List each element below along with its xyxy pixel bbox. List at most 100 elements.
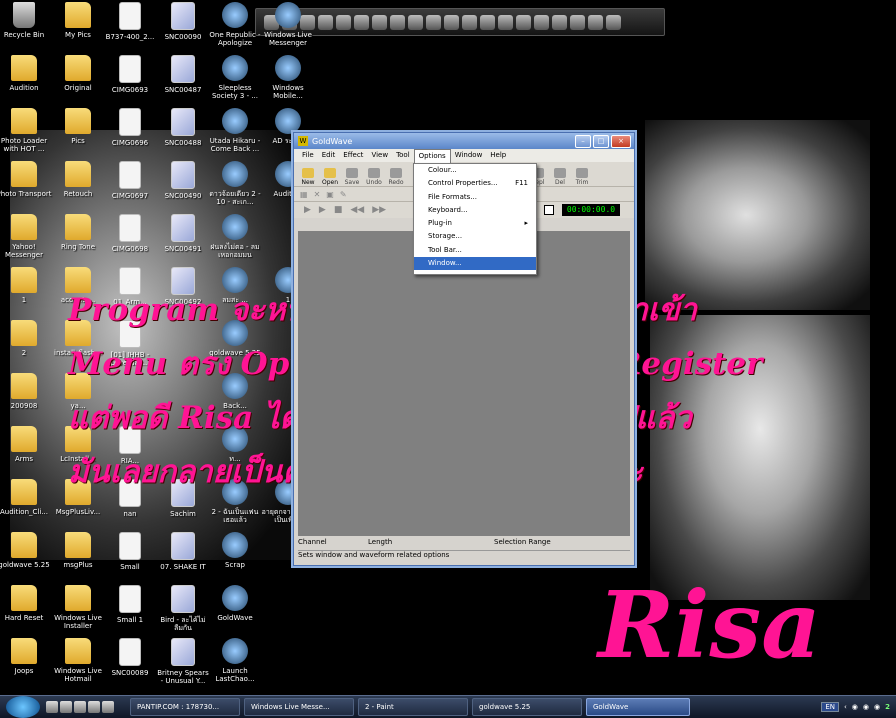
menu-item-storage[interactable]: Storage... bbox=[414, 230, 536, 243]
undo-button[interactable]: Undo bbox=[364, 168, 384, 186]
minimize-button[interactable]: – bbox=[575, 134, 591, 148]
quick-launch-icon[interactable] bbox=[444, 14, 459, 30]
menu-help[interactable]: Help bbox=[486, 149, 510, 162]
desktop-icon[interactable]: 1 bbox=[0, 267, 52, 304]
taskbar-button-paint[interactable]: 2 - Paint bbox=[358, 698, 468, 716]
record-checkbox[interactable] bbox=[544, 205, 554, 215]
desktop-icon[interactable]: Photo Transport bbox=[0, 161, 52, 198]
tray-icon[interactable]: ◉ bbox=[852, 703, 858, 711]
quick-launch-icon[interactable] bbox=[88, 701, 100, 713]
desktop-icon[interactable]: CIMG0698 bbox=[102, 214, 158, 253]
quick-launch-icon[interactable] bbox=[534, 14, 549, 30]
quick-launch-icon[interactable] bbox=[606, 14, 621, 30]
quick-launch-icon[interactable] bbox=[354, 14, 369, 30]
desktop-icon[interactable]: Original bbox=[50, 55, 106, 92]
desktop-icon[interactable]: Small 1 bbox=[102, 585, 158, 624]
desktop-icon[interactable]: Windows Live Installer bbox=[50, 585, 106, 630]
stop-icon[interactable]: ■ bbox=[334, 205, 343, 215]
taskbar-button-goldwave[interactable]: GoldWave bbox=[586, 698, 690, 716]
desktop-icon[interactable]: SNC00089 bbox=[102, 638, 158, 677]
desktop-icon[interactable]: Audition_Cli... bbox=[0, 479, 52, 516]
desktop-icon[interactable]: Arms bbox=[0, 426, 52, 463]
desktop-icon[interactable]: CIMG0696 bbox=[102, 108, 158, 147]
tray-icon[interactable]: ◉ bbox=[874, 703, 880, 711]
desktop-icon[interactable]: Launch LastChao... bbox=[207, 638, 263, 683]
desktop-icon[interactable]: Ring Tone bbox=[50, 214, 106, 251]
desktop-icon[interactable]: Windows Live Hotmail bbox=[50, 638, 106, 683]
quick-launch-icon[interactable] bbox=[498, 14, 513, 30]
menu-edit[interactable]: Edit bbox=[318, 149, 340, 162]
quick-launch-icon[interactable] bbox=[318, 14, 333, 30]
rewind-icon[interactable]: ◀◀ bbox=[350, 205, 364, 215]
desktop-icon[interactable]: Recycle Bin bbox=[0, 2, 52, 39]
menu-view[interactable]: View bbox=[367, 149, 392, 162]
play-selection-icon[interactable]: ▶ bbox=[319, 205, 326, 215]
menu-item-tool-bar[interactable]: Tool Bar... bbox=[414, 244, 536, 257]
start-button[interactable] bbox=[6, 696, 40, 718]
quick-launch-icon[interactable] bbox=[46, 701, 58, 713]
play-icon[interactable]: ▶ bbox=[304, 205, 311, 215]
tool-icon[interactable]: ✕ bbox=[314, 190, 321, 199]
menu-item-plug-in[interactable]: Plug-in ▸ bbox=[414, 217, 536, 230]
desktop-icon[interactable]: One Republic - Apologize bbox=[207, 2, 263, 47]
save-button[interactable]: Save bbox=[342, 168, 362, 186]
forward-icon[interactable]: ▶▶ bbox=[372, 205, 386, 215]
desktop-icon[interactable]: SNC00487 bbox=[155, 55, 211, 94]
trim-button[interactable]: Trim bbox=[572, 168, 592, 186]
desktop-icon[interactable]: ดาวจ้อยเดียว 2 - 10 - สะเก... bbox=[207, 161, 263, 206]
new-button[interactable]: New bbox=[298, 168, 318, 186]
quick-launch-icon[interactable] bbox=[462, 14, 477, 30]
window-titlebar[interactable]: W GoldWave – □ × bbox=[294, 133, 634, 149]
desktop-icon[interactable]: Small bbox=[102, 532, 158, 571]
taskbar-button-messenger[interactable]: Windows Live Messe... bbox=[244, 698, 354, 716]
maximize-button[interactable]: □ bbox=[593, 134, 609, 148]
menu-item-colour[interactable]: Colour... bbox=[414, 164, 536, 177]
close-button[interactable]: × bbox=[611, 134, 631, 148]
desktop-icon[interactable]: CIMG0697 bbox=[102, 161, 158, 200]
quick-launch-icon[interactable] bbox=[408, 14, 423, 30]
desktop-icon[interactable]: Windows Mobile... bbox=[260, 55, 316, 100]
quick-launch-icon[interactable] bbox=[336, 14, 351, 30]
desktop-icon[interactable]: B737-400_2... bbox=[102, 2, 158, 41]
desktop-icon[interactable]: goldwave 5.25 bbox=[0, 532, 52, 569]
tray-expand-icon[interactable]: ‹ bbox=[844, 703, 847, 711]
desktop-icon[interactable]: SNC00491 bbox=[155, 214, 211, 253]
tool-icon[interactable]: ▣ bbox=[326, 190, 334, 199]
desktop-icon[interactable]: SNC00490 bbox=[155, 161, 211, 200]
menu-item-keyboard[interactable]: Keyboard... bbox=[414, 204, 536, 217]
desktop-icon[interactable]: 07. SHAKE IT bbox=[155, 532, 211, 571]
desktop-icon[interactable]: 200908 bbox=[0, 373, 52, 410]
quick-launch-icon[interactable] bbox=[74, 701, 86, 713]
desktop-icon[interactable]: GoldWave bbox=[207, 585, 263, 622]
quick-launch-icon[interactable] bbox=[102, 701, 114, 713]
menu-options[interactable]: Options bbox=[413, 148, 451, 163]
menu-file[interactable]: File bbox=[298, 149, 318, 162]
quick-launch-icon[interactable] bbox=[480, 14, 495, 30]
quick-launch-icon[interactable] bbox=[516, 14, 531, 30]
menu-window[interactable]: Window bbox=[451, 149, 487, 162]
desktop-icon[interactable]: Utada Hikaru - Come Back ... bbox=[207, 108, 263, 153]
desktop-icon[interactable]: msgPlus bbox=[50, 532, 106, 569]
quick-launch-icon[interactable] bbox=[426, 14, 441, 30]
clock[interactable]: 2 bbox=[885, 703, 890, 711]
desktop-icon[interactable]: Photo Loader with HOT ... bbox=[0, 108, 52, 153]
desktop-icon[interactable]: 2 bbox=[0, 320, 52, 357]
desktop-icon[interactable]: Sleepless Society 3 - ... bbox=[207, 55, 263, 100]
quick-launch-icon[interactable] bbox=[588, 14, 603, 30]
delete-button[interactable]: Del bbox=[550, 168, 570, 186]
desktop-icon[interactable]: Retouch bbox=[50, 161, 106, 198]
menu-effect[interactable]: Effect bbox=[339, 149, 367, 162]
desktop-icon[interactable]: Bird - ละไค้ไม่ ลืมกัน bbox=[155, 585, 211, 632]
quick-launch-icon[interactable] bbox=[60, 701, 72, 713]
desktop-icon[interactable]: SNC00090 bbox=[155, 2, 211, 41]
desktop-icon[interactable]: My Pics bbox=[50, 2, 106, 39]
desktop-icon[interactable]: Pics bbox=[50, 108, 106, 145]
desktop-icon[interactable]: ฝนลงไม่ตอ - ลม เหอกอมมน bbox=[207, 214, 263, 259]
menu-item-control-properties[interactable]: Control Properties... F11 bbox=[414, 177, 536, 190]
open-button[interactable]: Open bbox=[320, 168, 340, 186]
quick-launch-icon[interactable] bbox=[552, 14, 567, 30]
desktop-icon[interactable]: CIMG0693 bbox=[102, 55, 158, 94]
menu-item-file-formats[interactable]: File Formats... bbox=[414, 191, 536, 204]
tray-icon[interactable]: ◉ bbox=[863, 703, 869, 711]
quick-launch-icon[interactable] bbox=[390, 14, 405, 30]
